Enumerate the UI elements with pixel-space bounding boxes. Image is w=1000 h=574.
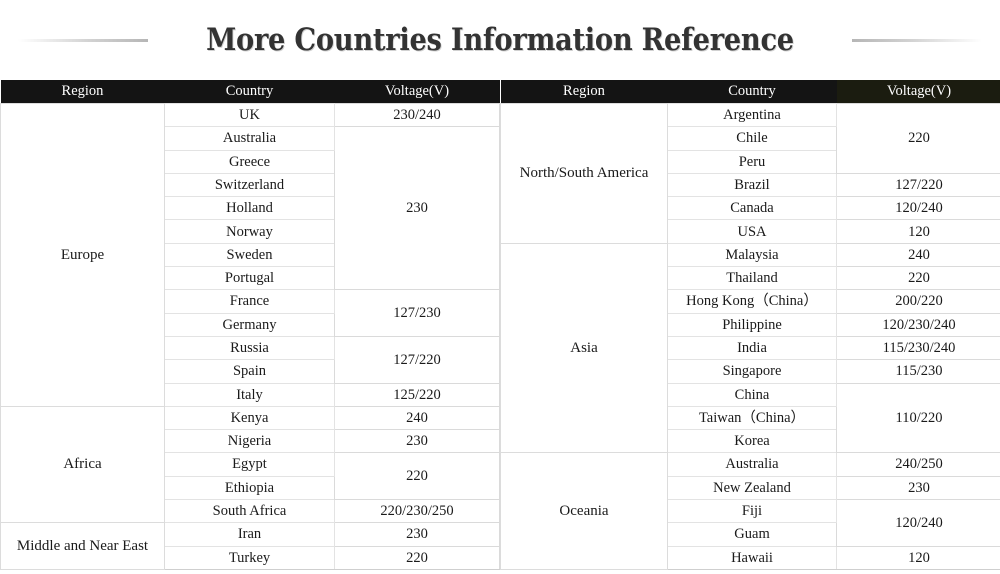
voltage-cell: 230 <box>334 522 500 547</box>
voltage-cell: 115/230/240 <box>836 335 1000 361</box>
voltage-cell: 110/220 <box>836 382 1000 454</box>
right-header-country: Country <box>667 80 837 104</box>
voltage-cell: 127/220 <box>334 335 500 384</box>
country-cell: Norway <box>164 219 335 244</box>
voltage-cell: 220 <box>334 452 500 501</box>
country-cell: Greece <box>164 149 335 174</box>
right-header-voltage: Voltage(V) <box>836 80 1000 104</box>
country-cell: Canada <box>667 196 837 221</box>
voltage-cell: 120/240 <box>836 499 1000 547</box>
country-cell: Argentina <box>667 102 837 128</box>
region-cell-middle-and-near-east: Middle and Near East <box>0 522 165 570</box>
country-cell: Brazil <box>667 172 837 198</box>
title-rule-left <box>18 38 148 42</box>
table-row: Middle and Near East Iran 230 <box>0 522 500 570</box>
country-cell: Sweden <box>164 242 335 268</box>
country-cell: Singapore <box>667 359 837 384</box>
voltage-cell: 240/250 <box>836 452 1000 477</box>
country-cell: Peru <box>667 149 837 174</box>
region-cell-europe: Europe <box>0 103 165 407</box>
region-cell-north-south-america: North/South America <box>500 103 668 244</box>
voltage-cell: 220 <box>836 266 1000 291</box>
voltage-cell: 240 <box>334 405 500 431</box>
table-row: Oceania Australia 240/250 <box>500 452 1000 570</box>
country-cell: France <box>164 289 335 314</box>
left-header-region: Region <box>0 80 165 104</box>
country-cell: Fiji <box>667 499 837 524</box>
country-cell: Australia <box>667 452 837 477</box>
left-table-header-row: Region Country Voltage(V) <box>0 80 500 104</box>
voltage-cell: 220/230/250 <box>334 499 500 524</box>
voltage-cell: 120/240 <box>836 196 1000 221</box>
country-cell: Chile <box>667 126 837 151</box>
country-cell: Hawaii <box>667 545 837 570</box>
region-cell-asia: Asia <box>500 242 668 454</box>
country-cell: Germany <box>164 312 335 337</box>
country-cell: New Zealand <box>667 475 837 501</box>
voltage-cell: 200/220 <box>836 289 1000 314</box>
country-cell: Switzerland <box>164 172 335 198</box>
voltage-cell: 230 <box>334 126 500 291</box>
country-cell: Malaysia <box>667 242 837 268</box>
country-cell: Italy <box>164 382 335 407</box>
voltage-cell: 120 <box>836 545 1000 570</box>
voltage-cell: 230 <box>334 429 500 454</box>
voltage-cell: 120/230/240 <box>836 312 1000 337</box>
country-cell: USA <box>667 219 837 244</box>
voltage-cell: 127/230 <box>334 289 500 337</box>
country-cell: China <box>667 382 837 407</box>
country-cell: Taiwan（China） <box>667 405 837 431</box>
voltage-cell: 120 <box>836 219 1000 244</box>
voltage-cell: 125/220 <box>334 382 500 407</box>
voltage-cell: 220 <box>836 103 1000 174</box>
country-cell: Ethiopia <box>164 475 335 501</box>
country-cell: Philippine <box>667 312 837 337</box>
country-cell: Turkey <box>164 545 335 570</box>
right-table-header-row: Region Country Voltage(V) <box>500 80 1000 104</box>
title-rule-right <box>851 38 982 42</box>
region-cell-oceania: Oceania <box>500 452 668 570</box>
left-header-voltage: Voltage(V) <box>334 80 500 104</box>
region-cell-africa: Africa <box>0 405 165 524</box>
left-voltage-table: Region Country Voltage(V) Europe UK 230/24… <box>0 80 500 570</box>
table-row: Europe UK 230/240 <box>0 102 500 407</box>
page-title: More Countries Information Reference <box>206 22 794 58</box>
voltage-cell: 240 <box>836 242 1000 268</box>
table-row: Asia Malaysia 240 <box>500 242 1000 454</box>
country-cell: Hong Kong（China） <box>667 289 837 314</box>
voltage-cell: 230/240 <box>334 102 500 128</box>
tables-container: Region Country Voltage(V) Europe UK 230/24… <box>0 80 1000 570</box>
voltage-cell: 115/230 <box>836 359 1000 384</box>
voltage-cell: 220 <box>334 545 500 570</box>
country-cell: UK <box>164 102 335 128</box>
table-row: Africa Kenya 240 <box>0 405 500 524</box>
right-table-body: North/South America Argentina 220 Chile Peru… <box>500 102 1000 570</box>
country-cell: Kenya <box>164 405 335 431</box>
country-cell: Holland <box>164 196 335 221</box>
country-cell: Thailand <box>667 266 837 291</box>
country-cell: South Africa <box>164 499 335 524</box>
voltage-cell: 230 <box>836 475 1000 501</box>
right-voltage-table: Region Country Voltage(V) North/South Am… <box>500 80 1000 570</box>
left-table-body: Europe UK 230/240 Australia 230 Greece Switzer… <box>0 102 500 570</box>
country-cell: Iran <box>164 522 335 547</box>
country-cell: Korea <box>667 429 837 454</box>
country-cell: Russia <box>164 335 335 361</box>
left-header-country: Country <box>164 80 335 104</box>
country-cell: Guam <box>667 522 837 547</box>
table-row: North/South America Argentina 220 <box>500 102 1000 244</box>
country-cell: Spain <box>164 359 335 384</box>
country-cell: Portugal <box>164 266 335 291</box>
country-cell: Australia <box>164 126 335 151</box>
title-band: More Countries Information Reference <box>0 0 1000 80</box>
voltage-cell: 127/220 <box>836 172 1000 198</box>
country-cell: Egypt <box>164 452 335 477</box>
right-header-region: Region <box>500 80 668 104</box>
country-cell: Nigeria <box>164 429 335 454</box>
country-cell: India <box>667 335 837 361</box>
